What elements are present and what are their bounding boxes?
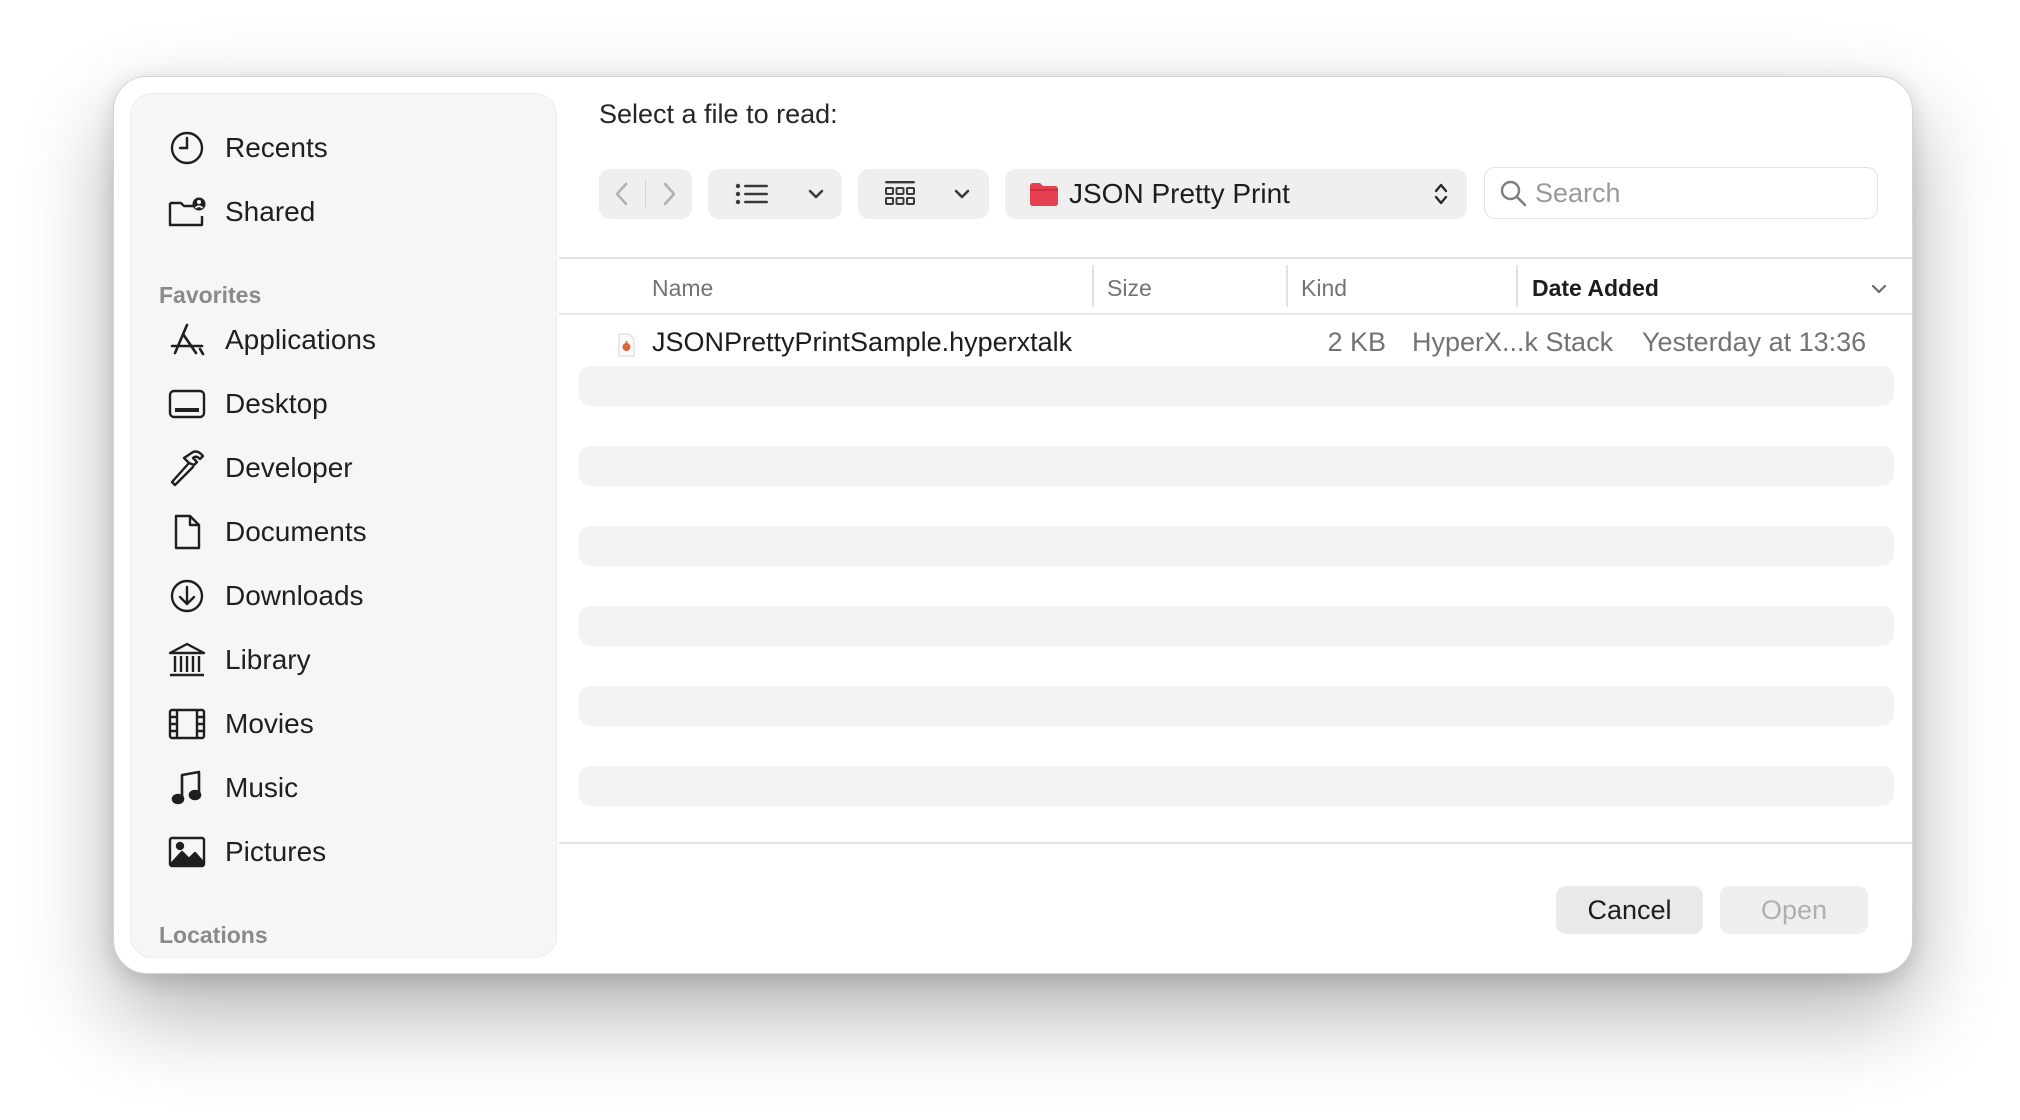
favorites-heading: Favorites (159, 282, 262, 308)
column-header-date-added[interactable]: Date Added (1532, 275, 1659, 302)
sidebar-item-label: Music (225, 772, 299, 803)
sidebar-item-music[interactable]: Music (165, 765, 298, 811)
folder-icon (1029, 181, 1059, 207)
forward-button[interactable] (646, 169, 692, 219)
sidebar-item-documents[interactable]: Documents (165, 509, 367, 555)
sidebar-item-label: Shared (225, 196, 316, 227)
chevron-left-icon (615, 182, 628, 206)
sidebar-item-label: Movies (225, 708, 314, 739)
list-icon (708, 169, 796, 219)
sidebar-item-shared[interactable]: Shared (165, 189, 315, 235)
column-separator (1092, 265, 1094, 307)
sidebar-item-recents[interactable]: Recents (165, 125, 328, 171)
sidebar-item-label: Developer (225, 452, 353, 483)
dialog-prompt: Select a file to read: (599, 99, 838, 129)
up-down-chevron-icon (1433, 181, 1449, 207)
back-button[interactable] (599, 169, 645, 219)
empty-row-stripe (579, 446, 1894, 486)
column-header-name[interactable]: Name (652, 275, 713, 302)
column-separator (1516, 265, 1518, 307)
sidebar-item-label: Library (225, 644, 311, 675)
group-view-button[interactable] (858, 169, 989, 219)
shared-folder-icon (165, 190, 209, 234)
open-file-dialog: Recents Shared Favorites Applications De… (113, 76, 1913, 974)
photo-icon (165, 830, 209, 874)
desktop-icon (165, 382, 209, 426)
header-divider (559, 313, 1912, 315)
sidebar-item-label: Downloads (225, 580, 364, 611)
empty-row-stripe (579, 766, 1894, 806)
file-size: 2 KB (1327, 327, 1386, 357)
open-button[interactable]: Open (1720, 886, 1868, 934)
sort-chevron-down-icon (1870, 283, 1888, 295)
grid-icon (858, 169, 942, 219)
nav-buttons (599, 169, 692, 219)
locations-heading: Locations (159, 922, 268, 948)
music-note-icon (165, 766, 209, 810)
sidebar-item-applications[interactable]: Applications (165, 317, 376, 363)
file-row[interactable]: JSONPrettyPrintSample.hyperxtalk 2 KB Hy… (559, 323, 1912, 365)
sidebar-item-label: Documents (225, 516, 367, 547)
file-kind: HyperX...k Stack (1412, 327, 1614, 357)
sidebar: Recents Shared Favorites Applications De… (130, 93, 557, 958)
chevron-down-icon (942, 169, 982, 219)
download-icon (165, 574, 209, 618)
chevron-right-icon (663, 182, 676, 206)
list-bottom-divider (559, 842, 1912, 844)
sidebar-item-label: Applications (225, 324, 376, 355)
empty-row-stripe (579, 606, 1894, 646)
sidebar-item-desktop[interactable]: Desktop (165, 381, 328, 427)
file-date-added: Yesterday at 13:36 (1642, 327, 1867, 357)
column-separator (1286, 265, 1288, 307)
empty-row-stripe (579, 526, 1894, 566)
sidebar-item-label: Pictures (225, 836, 327, 867)
search-field[interactable] (1484, 167, 1878, 219)
empty-row-stripe (579, 366, 1894, 406)
sidebar-item-library[interactable]: Library (165, 637, 311, 683)
cancel-button[interactable]: Cancel (1556, 886, 1703, 934)
location-popup[interactable]: JSON Pretty Print (1005, 169, 1467, 219)
sidebar-item-movies[interactable]: Movies (165, 701, 314, 747)
chevron-down-icon (796, 169, 836, 219)
location-label: JSON Pretty Print (1069, 178, 1290, 209)
document-icon (165, 510, 209, 554)
column-header-size[interactable]: Size (1107, 275, 1152, 302)
hammer-icon (165, 446, 209, 490)
list-view-button[interactable] (708, 169, 842, 219)
list-top-divider (559, 257, 1912, 259)
sidebar-item-pictures[interactable]: Pictures (165, 829, 326, 875)
search-icon (1499, 179, 1527, 207)
film-icon (165, 702, 209, 746)
sidebar-item-developer[interactable]: Developer (165, 445, 353, 491)
clock-icon (165, 126, 209, 170)
applications-icon (165, 318, 209, 362)
search-input[interactable] (1535, 177, 1855, 209)
sidebar-item-label: Desktop (225, 388, 328, 419)
sidebar-item-downloads[interactable]: Downloads (165, 573, 364, 619)
sidebar-item-label: Recents (225, 132, 328, 163)
library-icon (165, 638, 209, 682)
empty-row-stripe (579, 686, 1894, 726)
column-header-kind[interactable]: Kind (1301, 275, 1347, 302)
